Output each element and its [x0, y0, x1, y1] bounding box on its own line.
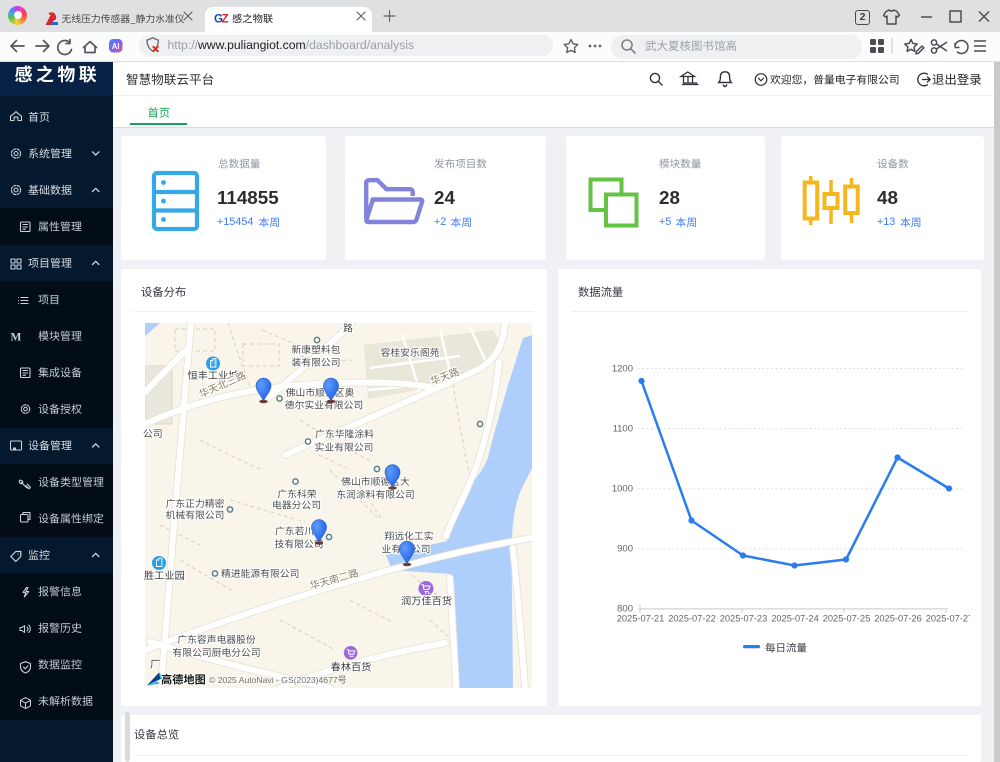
- svg-text:2025-07-21: 2025-07-21: [617, 614, 665, 624]
- svg-text:900: 900: [617, 544, 633, 555]
- svg-text:1100: 1100: [613, 423, 633, 434]
- svg-text:2025-07-26: 2025-07-26: [874, 614, 922, 624]
- svg-text:2025-07-22: 2025-07-22: [668, 614, 716, 624]
- svg-text:1200: 1200: [612, 363, 633, 374]
- svg-text:2025-07-25: 2025-07-25: [823, 614, 871, 624]
- svg-text:2025-07-27: 2025-07-27: [926, 614, 974, 624]
- svg-text:2025-07-23: 2025-07-23: [720, 614, 768, 624]
- svg-text:2025-07-24: 2025-07-24: [771, 614, 819, 624]
- svg-text:1000: 1000: [612, 484, 633, 495]
